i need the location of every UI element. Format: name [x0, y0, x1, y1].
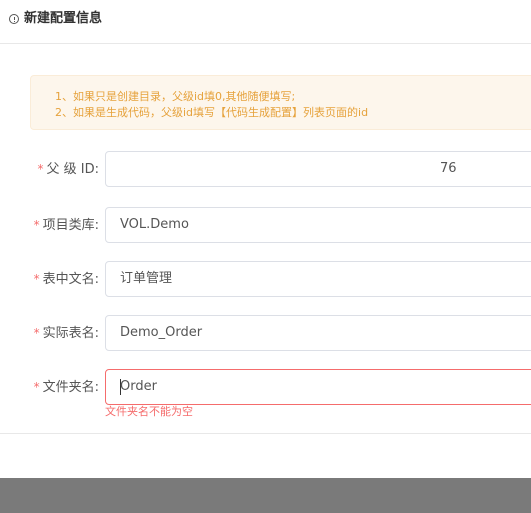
- actual-table-name-value: Demo_Order: [120, 325, 203, 340]
- tip-line-1: 1、如果只是创建目录，父级id填0,其他随便填写;: [55, 90, 296, 103]
- folder-name-input[interactable]: Order: [105, 369, 531, 405]
- required-mark: *: [33, 380, 40, 394]
- footer-overlay: [0, 478, 531, 513]
- table-chinese-name-value: 订单管理: [120, 271, 173, 286]
- project-library-label: * 项目类库:: [33, 218, 99, 233]
- required-mark: *: [33, 218, 40, 232]
- form-row-table-chinese-name: * 表中文名: 订单管理: [0, 261, 531, 297]
- required-mark: *: [33, 272, 40, 286]
- parent-id-value: 76: [440, 161, 457, 176]
- table-chinese-name-input[interactable]: 订单管理: [105, 261, 531, 297]
- parent-id-label: * 父 级 ID:: [37, 162, 100, 177]
- required-mark: *: [33, 326, 40, 340]
- form-row-actual-table-name: * 实际表名: Demo_Order: [0, 315, 531, 351]
- form-row-parent-id: * 父 级 ID: 76: [0, 151, 531, 187]
- project-library-input[interactable]: VOL.Demo: [105, 207, 531, 243]
- tip-line-2: 2、如果是生成代码，父级id填写【代码生成配置】列表页面的id: [55, 106, 369, 119]
- project-library-value: VOL.Demo: [120, 217, 189, 232]
- parent-id-input[interactable]: 76: [105, 151, 531, 187]
- form-row-folder-name: * 文件夹名: Order: [0, 369, 531, 405]
- footer-divider: [0, 433, 531, 434]
- dialog-header: 新建配置信息: [0, 0, 531, 44]
- folder-name-label: * 文件夹名:: [33, 380, 99, 395]
- form-row-project-library: * 项目类库: VOL.Demo: [0, 207, 531, 243]
- dialog-title: 新建配置信息: [24, 11, 103, 26]
- tips-alert: 1、如果只是创建目录，父级id填0,其他随便填写; 2、如果是生成代码，父级id…: [30, 75, 531, 130]
- required-mark: *: [37, 162, 44, 176]
- actual-table-name-label: * 实际表名:: [33, 326, 99, 341]
- info-circle-icon: [9, 14, 19, 24]
- folder-name-value: Order: [120, 379, 157, 394]
- table-chinese-name-label: * 表中文名:: [33, 272, 99, 287]
- actual-table-name-input[interactable]: Demo_Order: [105, 315, 531, 351]
- folder-name-error: 文件夹名不能为空: [105, 405, 193, 418]
